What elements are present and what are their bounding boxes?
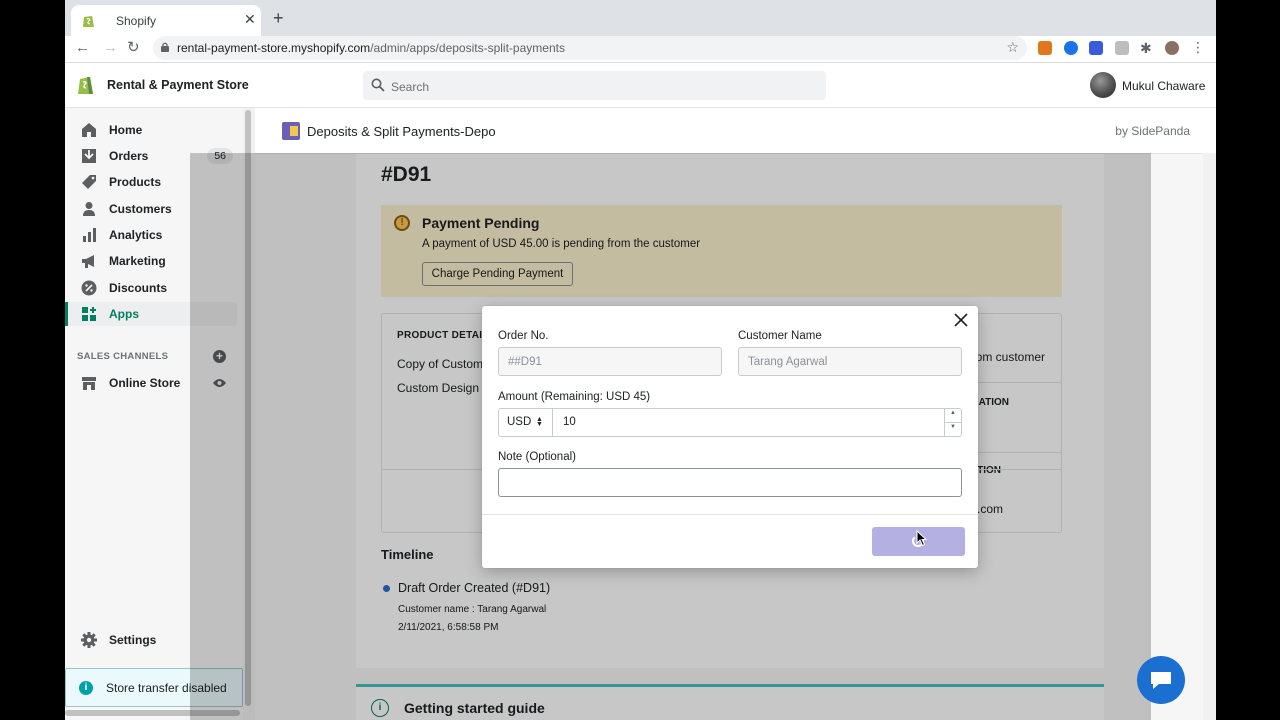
extension-icon[interactable] <box>1115 41 1129 55</box>
avatar[interactable] <box>1090 72 1116 98</box>
search-bar[interactable]: Search <box>363 71 826 100</box>
note-label: Note (Optional) <box>498 451 576 463</box>
url-path: /admin/apps/deposits-split-payments <box>370 41 565 55</box>
divider <box>945 422 961 423</box>
sidebar-item-label: Analytics <box>109 228 163 242</box>
person-icon <box>83 202 95 216</box>
browser-menu-icon[interactable]: ⋮ <box>1191 40 1205 55</box>
apps-icon <box>82 307 96 321</box>
select-arrows-icon: ▲ ▼ <box>536 416 543 428</box>
bar-chart-icon <box>83 228 96 242</box>
forward-icon[interactable]: → <box>103 39 118 57</box>
address-bar[interactable]: rental-payment-store.myshopify.com/admin… <box>153 36 1027 60</box>
app-header: Deposits & Split Payments-Depo by SidePa… <box>255 108 1216 154</box>
amount-stepper[interactable]: ▲ ▼ <box>944 409 961 436</box>
store-name[interactable]: Rental & Payment Store <box>107 78 249 92</box>
store-icon <box>82 377 96 390</box>
lock-icon <box>161 42 169 52</box>
metamask-extension-icon[interactable] <box>1038 41 1052 55</box>
reload-icon[interactable]: ↻ <box>127 39 140 57</box>
extension-icon[interactable] <box>1064 41 1078 55</box>
order-no-label: Order No. <box>498 330 549 342</box>
split-payment-modal: Order No. ##D91 Customer Name Tarang Aga… <box>482 306 978 568</box>
amount-input-group: USD ▲ ▼ 10 ▲ ▼ <box>498 408 962 437</box>
mouse-cursor-icon <box>916 530 928 547</box>
sidebar-item-label: Orders <box>109 149 149 163</box>
zip-extension-icon[interactable] <box>1089 41 1103 55</box>
chat-bubble-icon <box>1151 672 1171 689</box>
shopify-favicon-icon <box>83 16 94 27</box>
sidebar-item-label: Marketing <box>109 254 166 268</box>
app-logo-icon <box>282 122 300 140</box>
sidebar-item-label: Products <box>109 175 162 189</box>
sidebar-item-home[interactable]: Home <box>65 118 237 142</box>
tab-strip: Shopify ✕ + <box>65 0 1216 36</box>
back-icon[interactable]: ← <box>75 39 90 57</box>
currency-select[interactable]: USD ▲ ▼ <box>499 409 553 436</box>
close-icon[interactable] <box>952 311 970 329</box>
orders-icon <box>82 149 96 163</box>
shopify-logo-icon <box>78 77 93 94</box>
browser-tab[interactable]: Shopify ✕ <box>71 5 261 36</box>
customer-name-label: Customer Name <box>738 330 822 342</box>
tab-title: Shopify <box>116 14 157 28</box>
megaphone-icon <box>82 255 94 268</box>
customer-name-field[interactable]: Tarang Agarwal <box>738 347 962 376</box>
tab-close-icon[interactable]: ✕ <box>244 11 256 28</box>
sidebar-item-label: Home <box>109 123 143 137</box>
currency-value: USD <box>507 416 532 428</box>
search-placeholder: Search <box>391 80 430 94</box>
amount-label: Amount (Remaining: USD 45) <box>498 391 651 403</box>
sidebar-item-label: Online Store <box>109 376 181 390</box>
decrement-icon[interactable]: ▼ <box>950 424 956 430</box>
url-host: rental-payment-store.myshopify.com <box>177 41 371 55</box>
chat-button[interactable] <box>1137 656 1185 704</box>
app-title: Deposits & Split Payments-Depo <box>307 124 496 139</box>
amount-input[interactable]: 10 <box>563 416 576 428</box>
bookmark-star-icon[interactable]: ☆ <box>1006 39 1019 56</box>
sidebar-item-label: Customers <box>109 202 172 216</box>
new-tab-icon[interactable]: + <box>273 9 284 27</box>
sidebar-item-label: Apps <box>109 307 139 321</box>
increment-icon[interactable]: ▲ <box>950 410 956 416</box>
discount-icon <box>81 280 97 296</box>
home-icon <box>82 123 96 137</box>
profile-avatar-icon[interactable] <box>1165 41 1179 55</box>
sidebar-item-label: Discounts <box>109 281 168 295</box>
sidebar-item-label: Settings <box>109 633 157 647</box>
info-icon: i <box>79 681 93 695</box>
shopify-topbar: Rental & Payment Store Search Mukul Chaw… <box>65 63 1216 108</box>
tag-icon <box>82 175 96 189</box>
divider <box>482 514 978 515</box>
note-input[interactable] <box>498 468 962 497</box>
sales-channels-heading: SALES CHANNELS <box>77 351 169 362</box>
puzzle-extensions-icon[interactable]: ✱ <box>1140 41 1154 55</box>
order-no-field[interactable]: ##D91 <box>498 347 722 376</box>
user-name[interactable]: Mukul Chaware <box>1122 79 1205 93</box>
url-text: rental-payment-store.myshopify.com/admin… <box>177 41 565 55</box>
main-scroll-track[interactable] <box>1203 153 1216 720</box>
app-developer[interactable]: by SidePanda <box>1115 124 1190 138</box>
search-icon <box>371 78 385 92</box>
gear-icon <box>81 632 97 648</box>
